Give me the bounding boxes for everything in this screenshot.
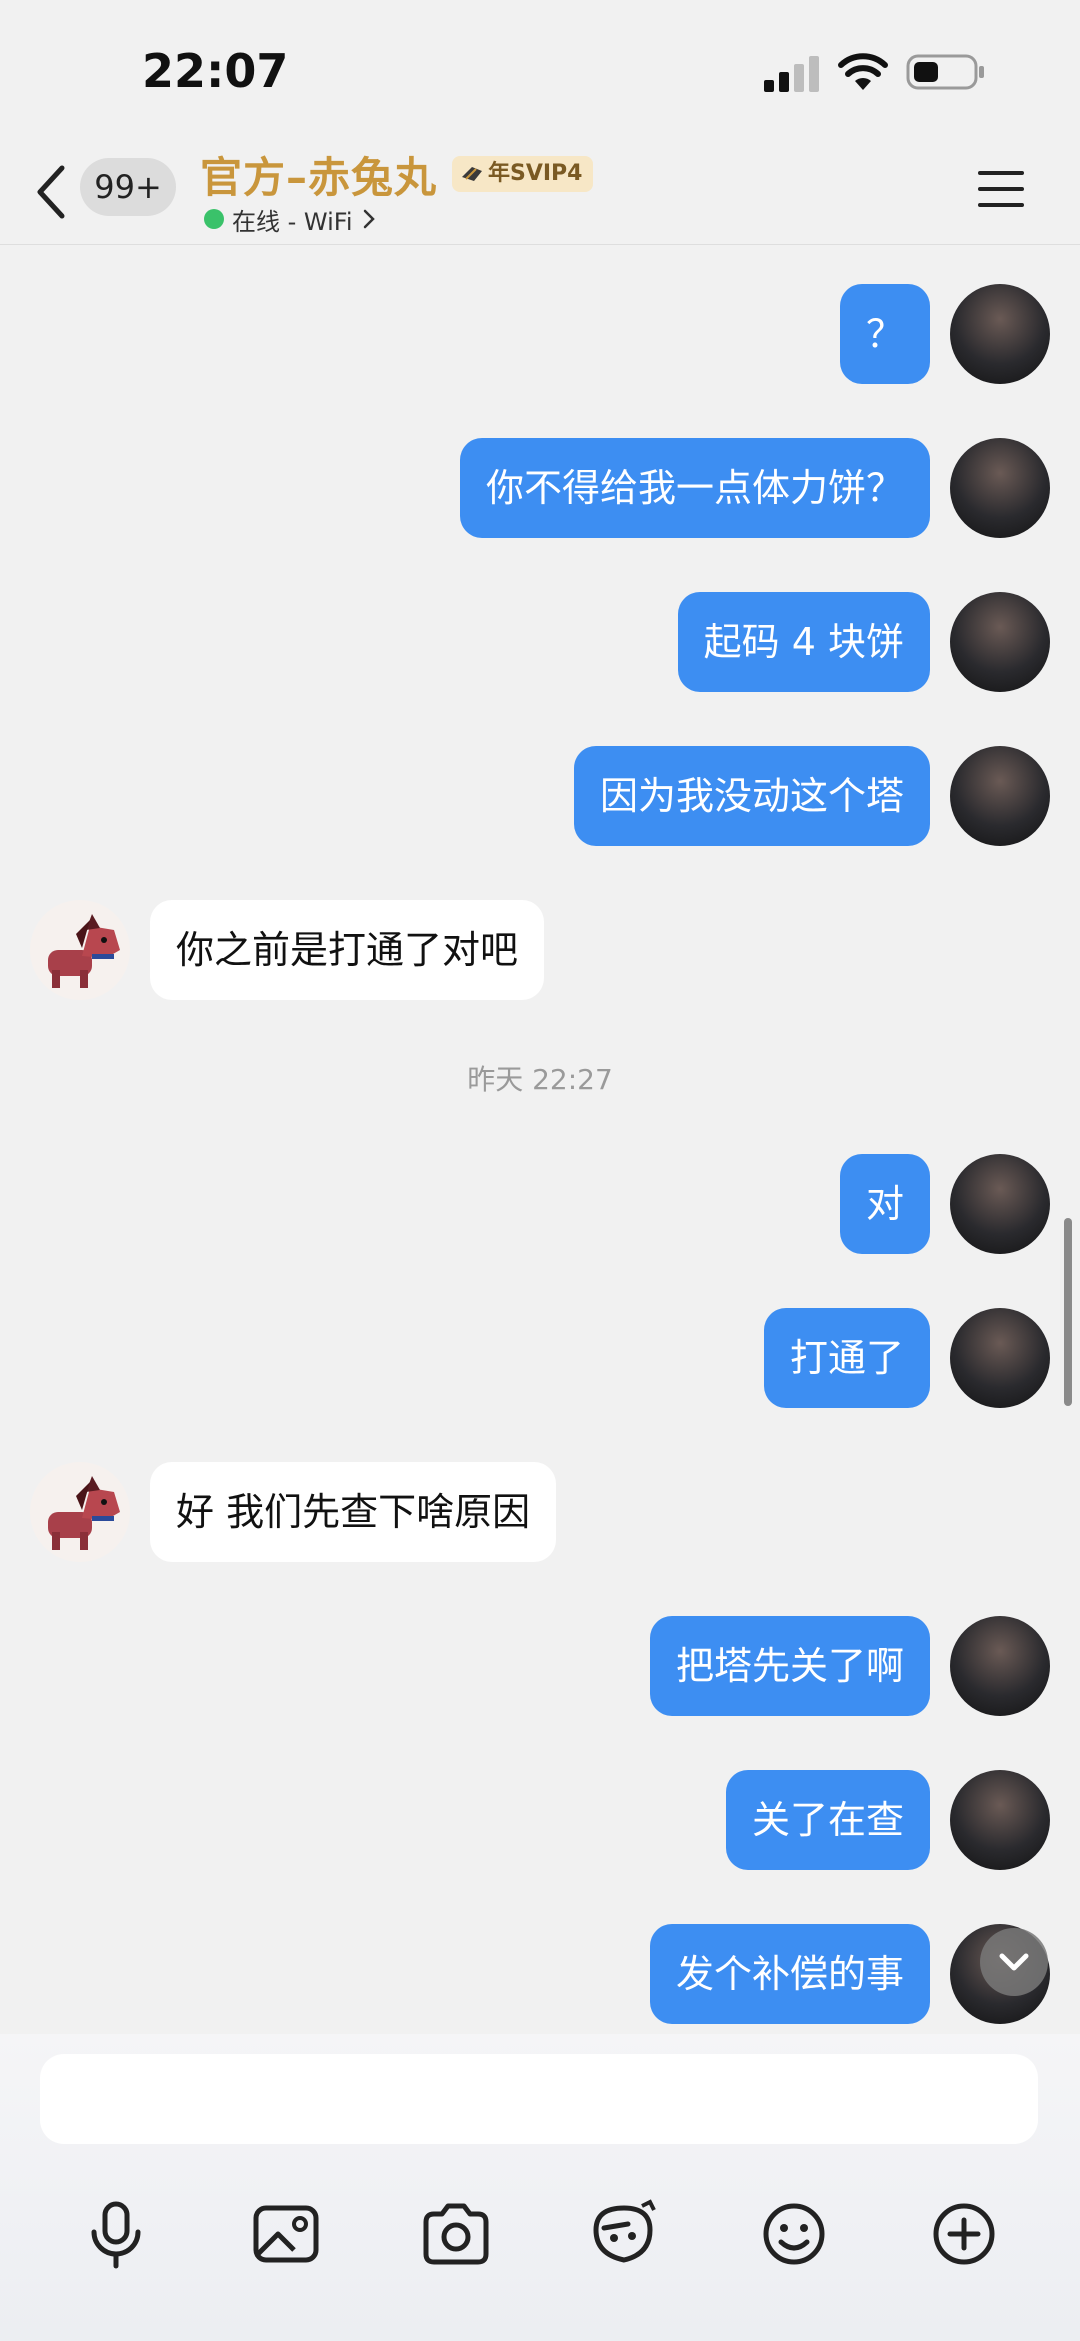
menu-button[interactable] (976, 168, 1026, 210)
wifi-icon (838, 53, 888, 90)
horse-avatar-icon (48, 914, 120, 988)
message-bubble[interactable]: ？ (839, 284, 930, 384)
online-status-text: 在线 - WiFi (232, 207, 353, 236)
message-row-sent: 对 (0, 1154, 1080, 1254)
contact-avatar[interactable] (30, 900, 130, 1000)
chat-header: 99+ 官方–赤兔丸 年SVIP4 在线 - WiFi (0, 140, 1080, 245)
plus-icon (933, 2203, 995, 2265)
message-bubble[interactable]: 你之前是打通了对吧 (150, 900, 545, 1000)
cellular-signal-icon (764, 56, 819, 92)
message-row-sent: 关了在查 (0, 1770, 1080, 1870)
voice-button[interactable] (76, 2194, 156, 2274)
scroll-to-bottom-button[interactable] (980, 1928, 1048, 1996)
emoji-icon (763, 2203, 825, 2265)
online-status[interactable]: 在线 - WiFi (204, 204, 377, 236)
my-avatar[interactable] (950, 284, 1050, 384)
message-row-sent: 因为我没动这个塔 (0, 746, 1080, 846)
message-input[interactable] (40, 2054, 1038, 2144)
sticker-button[interactable] (584, 2194, 664, 2274)
contact-name[interactable]: 官方–赤兔丸 (200, 144, 437, 205)
status-bar: 22:07 (0, 0, 1080, 140)
message-row-sent: 发个补偿的事 (0, 1924, 1080, 2024)
online-dot-icon (204, 209, 224, 229)
my-avatar[interactable] (950, 1154, 1050, 1254)
vip-label: 年SVIP4 (488, 161, 583, 186)
message-bubble[interactable]: 起码 4 块饼 (677, 592, 930, 692)
vip-badge[interactable]: 年SVIP4 (452, 156, 593, 192)
message-row-received: 好 我们先查下啥原因 (0, 1462, 1080, 1562)
emoji-button[interactable] (754, 2194, 834, 2274)
composer-toolbar (0, 2194, 1080, 2274)
battery-icon (906, 54, 984, 90)
photo-button[interactable] (246, 2194, 326, 2274)
unread-count-badge[interactable]: 99+ (80, 158, 176, 216)
camera-icon (423, 2203, 489, 2265)
message-bubble[interactable]: 把塔先关了啊 (649, 1616, 930, 1716)
camera-button[interactable] (416, 2194, 496, 2274)
message-bubble[interactable]: 好 我们先查下啥原因 (150, 1462, 557, 1562)
vip-diamond-icon (462, 167, 482, 181)
my-avatar[interactable] (950, 1308, 1050, 1408)
message-row-sent: ？ (0, 284, 1080, 384)
chevron-right-icon (363, 209, 375, 229)
scrollbar-thumb[interactable] (1064, 1218, 1072, 1406)
message-row-sent: 你不得给我一点体力饼？ (0, 438, 1080, 538)
message-bubble[interactable]: 因为我没动这个塔 (573, 746, 930, 846)
message-bubble[interactable]: 发个补偿的事 (649, 1924, 930, 2024)
my-avatar[interactable] (950, 1770, 1050, 1870)
composer (0, 2034, 1080, 2341)
my-avatar[interactable] (950, 592, 1050, 692)
horse-avatar-icon (48, 1476, 120, 1550)
message-row-sent: 起码 4 块饼 (0, 592, 1080, 692)
contact-avatar[interactable] (30, 1462, 130, 1562)
more-button[interactable] (924, 2194, 1004, 2274)
status-time: 22:07 (142, 44, 289, 98)
message-bubble[interactable]: 关了在查 (725, 1770, 930, 1870)
back-button[interactable] (32, 162, 72, 222)
message-row-received: 你之前是打通了对吧 (0, 900, 1080, 1000)
message-bubble[interactable]: 你不得给我一点体力饼？ (459, 438, 930, 538)
microphone-icon (91, 2201, 141, 2269)
chevron-down-icon (999, 1953, 1029, 1971)
message-row-sent: 把塔先关了啊 (0, 1616, 1080, 1716)
message-row-sent: 打通了 (0, 1308, 1080, 1408)
image-icon (253, 2205, 319, 2263)
message-bubble[interactable]: 打通了 (763, 1308, 930, 1408)
my-avatar[interactable] (950, 1616, 1050, 1716)
my-avatar[interactable] (950, 746, 1050, 846)
sticker-edit-icon (593, 2199, 656, 2263)
message-bubble[interactable]: 对 (839, 1154, 930, 1254)
message-timestamp: 昨天 22:27 (467, 1063, 613, 1096)
my-avatar[interactable] (950, 438, 1050, 538)
